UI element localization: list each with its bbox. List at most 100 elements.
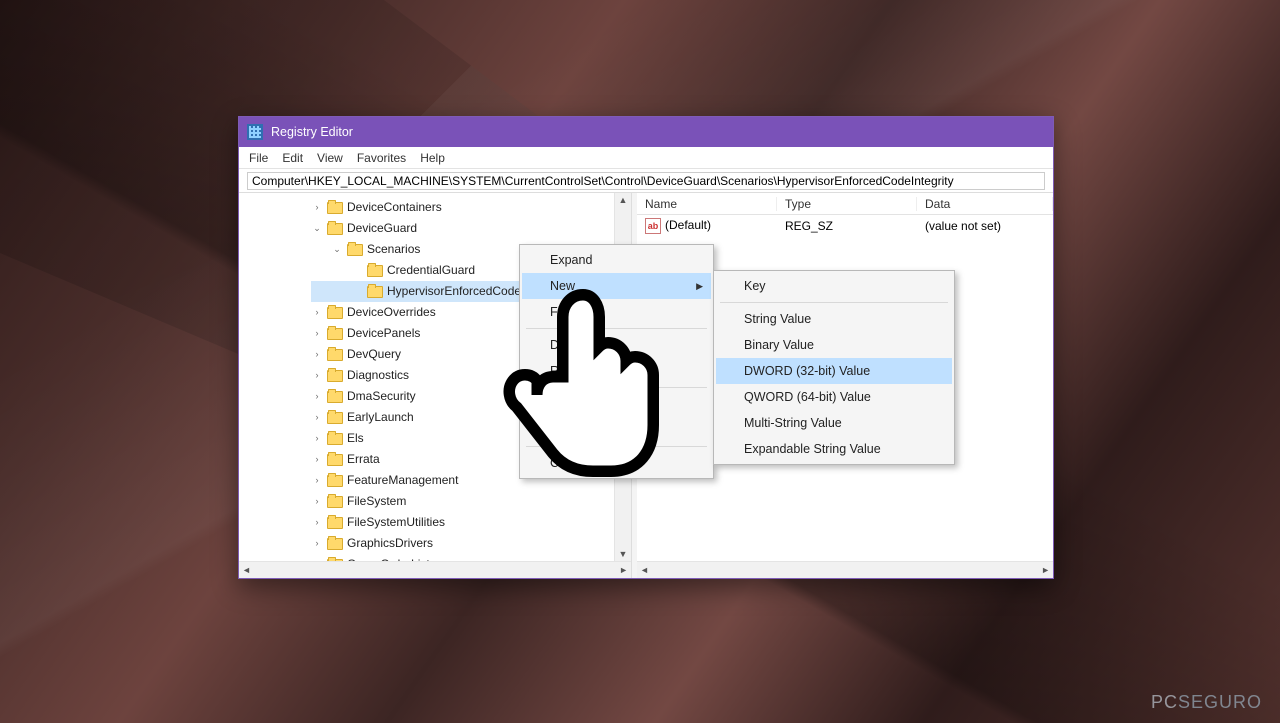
address-input[interactable] bbox=[247, 172, 1045, 190]
titlebar[interactable]: Registry Editor bbox=[239, 117, 1053, 147]
tree-item-label: DevQuery bbox=[347, 344, 401, 365]
menu-item[interactable]: Expand bbox=[522, 247, 711, 273]
expand-icon[interactable]: › bbox=[311, 470, 323, 491]
expand-icon[interactable]: › bbox=[311, 197, 323, 218]
menu-item[interactable]: QWORD (64-bit) Value bbox=[716, 384, 952, 410]
scroll-up-icon[interactable]: ▲ bbox=[619, 193, 628, 207]
scroll-right-icon[interactable]: ► bbox=[1041, 565, 1050, 575]
new-submenu: Key String ValueBinary ValueDWORD (32-bit… bbox=[713, 270, 955, 465]
expand-icon[interactable]: › bbox=[311, 365, 323, 386]
value-data: (value not set) bbox=[917, 219, 1053, 233]
expand-icon[interactable]: › bbox=[311, 449, 323, 470]
folder-icon bbox=[327, 391, 343, 403]
folder-icon bbox=[327, 307, 343, 319]
expand-icon[interactable]: › bbox=[311, 554, 323, 561]
folder-icon bbox=[327, 559, 343, 562]
values-scrollbar-horizontal[interactable]: ◄ ► bbox=[637, 561, 1053, 578]
menu-item[interactable]: Export bbox=[522, 391, 711, 417]
tree-item-label: Scenarios bbox=[367, 239, 420, 260]
submenu-arrow-icon: ▶ bbox=[696, 281, 703, 292]
menu-favorites[interactable]: Favorites bbox=[357, 151, 406, 165]
folder-icon bbox=[327, 349, 343, 361]
menu-item[interactable]: Delete bbox=[522, 332, 711, 358]
menu-separator bbox=[526, 328, 707, 329]
expand-icon[interactable]: › bbox=[311, 533, 323, 554]
folder-icon bbox=[367, 265, 383, 277]
expand-icon[interactable]: › bbox=[311, 407, 323, 428]
col-name[interactable]: Name bbox=[637, 197, 777, 211]
menu-view[interactable]: View bbox=[317, 151, 343, 165]
tree-item-label: Diagnostics bbox=[347, 365, 409, 386]
tree-item[interactable]: ›FileSystemUtilities bbox=[311, 512, 631, 533]
menu-item[interactable]: Key bbox=[716, 273, 952, 299]
menubar: File Edit View Favorites Help bbox=[239, 147, 1053, 169]
tree-item-label: FeatureManagement bbox=[347, 470, 458, 491]
menu-help[interactable]: Help bbox=[420, 151, 445, 165]
tree-item-label: GraphicsDrivers bbox=[347, 533, 433, 554]
tree-item-label: DeviceContainers bbox=[347, 197, 442, 218]
expand-icon[interactable]: › bbox=[311, 491, 323, 512]
tree-item-label: DeviceOverrides bbox=[347, 302, 436, 323]
expand-icon[interactable]: › bbox=[311, 428, 323, 449]
folder-icon bbox=[327, 433, 343, 445]
folder-icon bbox=[327, 538, 343, 550]
expand-icon[interactable]: › bbox=[311, 302, 323, 323]
watermark: PCSEGURO bbox=[1151, 692, 1262, 713]
expand-icon[interactable]: › bbox=[311, 344, 323, 365]
expand-icon[interactable]: ⌄ bbox=[331, 239, 343, 260]
tree-item-label: EarlyLaunch bbox=[347, 407, 414, 428]
menu-item[interactable]: DWORD (32-bit) Value bbox=[716, 358, 952, 384]
folder-icon bbox=[327, 454, 343, 466]
tree-item[interactable]: › DeviceContainers bbox=[311, 197, 631, 218]
menu-separator bbox=[526, 387, 707, 388]
tree-item-label: DevicePanels bbox=[347, 323, 420, 344]
tree-item-label: Errata bbox=[347, 449, 380, 470]
tree-item[interactable]: ⌄ DeviceGuard bbox=[311, 218, 631, 239]
tree-item[interactable]: › GraphicsDrivers bbox=[311, 533, 631, 554]
menu-item[interactable]: Expandable String Value bbox=[716, 436, 952, 462]
folder-icon bbox=[327, 412, 343, 424]
folder-icon bbox=[327, 328, 343, 340]
tree-item[interactable]: › GroupOrderList bbox=[311, 554, 631, 561]
col-data[interactable]: Data bbox=[917, 197, 1053, 211]
col-type[interactable]: Type bbox=[777, 197, 917, 211]
menu-item[interactable]: Find... bbox=[522, 299, 711, 325]
tree-item[interactable]: › FileSystem bbox=[311, 491, 631, 512]
scroll-left-icon[interactable]: ◄ bbox=[640, 565, 649, 575]
value-type: REG_SZ bbox=[777, 219, 917, 233]
folder-icon bbox=[327, 370, 343, 382]
window-title: Registry Editor bbox=[271, 125, 353, 139]
value-name: (Default) bbox=[665, 218, 711, 232]
menu-item[interactable]: New▶ bbox=[522, 273, 711, 299]
menu-edit[interactable]: Edit bbox=[282, 151, 303, 165]
tree-item-label: FileSystem bbox=[347, 491, 406, 512]
menu-item[interactable]: Binary Value bbox=[716, 332, 952, 358]
menu-item[interactable]: Copy Key Name bbox=[522, 450, 711, 476]
scroll-right-icon[interactable]: ► bbox=[619, 565, 628, 575]
menu-item[interactable]: Rename bbox=[522, 358, 711, 384]
values-header[interactable]: Name Type Data bbox=[637, 193, 1053, 215]
tree-item-label: GroupOrderList bbox=[347, 554, 430, 561]
tree-item-label: DmaSecurity bbox=[347, 386, 416, 407]
address-bar bbox=[239, 169, 1053, 193]
menu-file[interactable]: File bbox=[249, 151, 268, 165]
menu-separator bbox=[720, 302, 948, 303]
tree-item-label: DeviceGuard bbox=[347, 218, 417, 239]
scroll-down-icon[interactable]: ▼ bbox=[619, 547, 628, 561]
expand-icon[interactable]: › bbox=[311, 512, 323, 533]
expand-icon[interactable]: ⌄ bbox=[311, 218, 323, 239]
expand-icon[interactable]: › bbox=[311, 386, 323, 407]
menu-item[interactable]: String Value bbox=[716, 306, 952, 332]
folder-icon bbox=[327, 517, 343, 529]
list-row[interactable]: ab (Default) REG_SZ (value not set) bbox=[637, 215, 1053, 237]
scroll-left-icon[interactable]: ◄ bbox=[242, 565, 251, 575]
context-menu: ExpandNew▶Find... DeleteRename ExportPermi… bbox=[519, 244, 714, 479]
folder-icon bbox=[327, 202, 343, 214]
expand-icon[interactable]: › bbox=[311, 323, 323, 344]
menu-item[interactable]: Permissions... bbox=[522, 417, 711, 443]
string-value-icon: ab bbox=[645, 218, 661, 234]
folder-icon bbox=[367, 286, 383, 298]
menu-item[interactable]: Multi-String Value bbox=[716, 410, 952, 436]
menu-separator bbox=[526, 446, 707, 447]
tree-scrollbar-horizontal[interactable]: ◄ ► bbox=[239, 561, 631, 578]
